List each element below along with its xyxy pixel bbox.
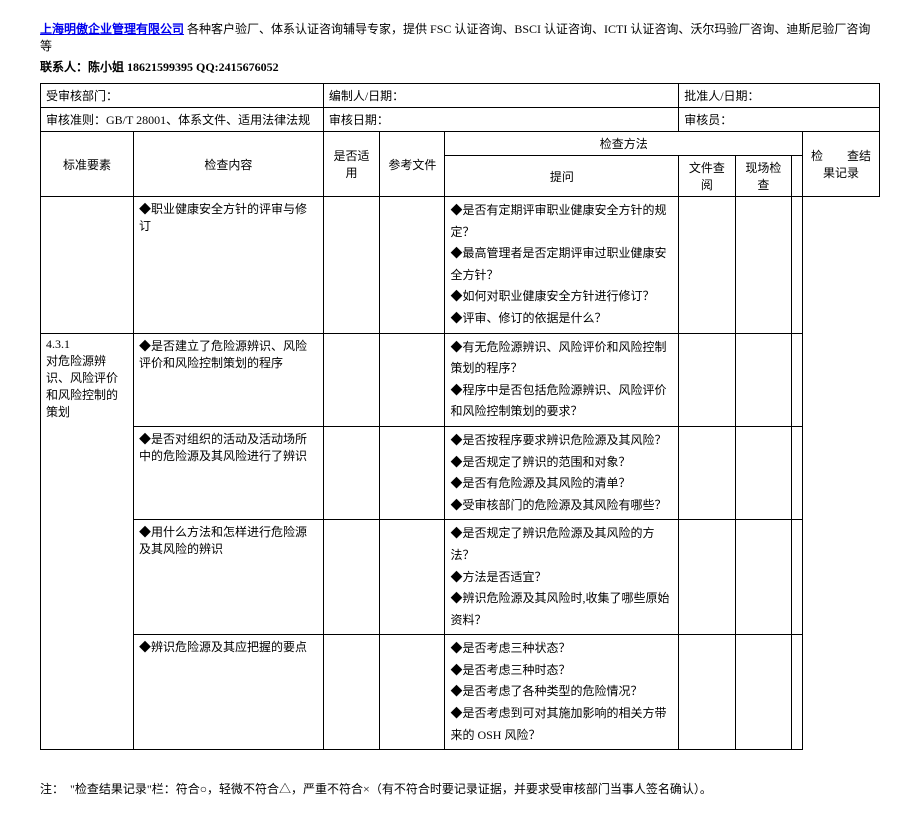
element-cell: 4.3.1 对危险源辨识、风险评价和风险控制的策划	[41, 333, 134, 750]
header-row-1: 标准要素 检查内容 是否适用 参考文件 检查方法 检 查结果记录	[41, 132, 880, 156]
applicable-cell	[323, 520, 379, 635]
question-item: ◆最高管理者是否定期评审过职业健康安全方针？	[450, 243, 673, 286]
result-cell	[792, 426, 803, 519]
question-item: ◆是否考虑到可对其施加影响的相关方带来的 OSH 风险？	[450, 703, 673, 746]
auditor-cell: 审核员：	[679, 108, 880, 132]
content-cell: ◆是否对组织的活动及活动场所中的危险源及其风险进行了辨识	[134, 426, 324, 519]
doc-cell	[679, 520, 735, 635]
doc-cell	[679, 197, 735, 334]
question-cell: ◆是否按程序要求辨识危险源及其风险？◆是否规定了辨识的范围和对象？◆是否有危险源…	[445, 426, 679, 519]
question-item: ◆如何对职业健康安全方针进行修订？	[450, 286, 673, 308]
h-result: 检 查结果记录	[803, 132, 880, 197]
applicable-cell	[323, 635, 379, 750]
question-item: ◆是否规定了辨识的范围和对象？	[450, 452, 673, 474]
h-applicable: 是否适用	[323, 132, 379, 197]
reference-cell	[380, 197, 445, 334]
reference-cell	[380, 635, 445, 750]
doc-cell	[679, 426, 735, 519]
h-reference: 参考文件	[380, 132, 445, 197]
site-cell	[735, 635, 791, 750]
content-cell: ◆职业健康安全方针的评审与修订	[134, 197, 324, 334]
question-item: ◆是否考虑了各种类型的危险情况？	[450, 681, 673, 703]
contact-line: 联系人：陈小姐 18621599395 QQ:2415676052	[40, 58, 880, 75]
table-row: ◆是否对组织的活动及活动场所中的危险源及其风险进行了辨识 ◆是否按程序要求辨识危险…	[41, 426, 880, 519]
audit-table: 受审核部门： 编制人/日期： 批准人/日期： 审核准则：GB/T 28001、体…	[40, 83, 880, 750]
result-cell	[792, 520, 803, 635]
h-doc: 文件查阅	[679, 156, 735, 197]
question-item: ◆是否按程序要求辨识危险源及其风险？	[450, 430, 673, 452]
info-row: 受审核部门： 编制人/日期： 批准人/日期：	[41, 84, 880, 108]
criteria-cell: 审核准则：GB/T 28001、体系文件、适用法律法规	[41, 108, 324, 132]
h-element: 标准要素	[41, 132, 134, 197]
content-cell: ◆用什么方法和怎样进行危险源及其风险的辨识	[134, 520, 324, 635]
reference-cell	[380, 520, 445, 635]
applicable-cell	[323, 197, 379, 334]
element-cell	[41, 197, 134, 334]
approver-cell: 批准人/日期：	[679, 84, 880, 108]
h-content: 检查内容	[134, 132, 324, 197]
h-question: 提问	[445, 156, 679, 197]
question-item: ◆是否有危险源及其风险的清单？	[450, 473, 673, 495]
audit-date-cell: 审核日期：	[323, 108, 678, 132]
table-row: ◆辨识危险源及其应把握的要点 ◆是否考虑三种状态？◆是否考虑三种时态？◆是否考虑了…	[41, 635, 880, 750]
question-item: ◆是否考虑三种时态？	[450, 660, 673, 682]
site-cell	[735, 197, 791, 334]
table-row: ◆用什么方法和怎样进行危险源及其风险的辨识 ◆是否规定了辨识危险源及其风险的方法？…	[41, 520, 880, 635]
result-cell	[792, 197, 803, 334]
company-link[interactable]: 上海明傲企业管理有限公司	[40, 22, 184, 36]
question-item: ◆是否有定期评审职业健康安全方针的规定？	[450, 200, 673, 243]
result-cell	[792, 635, 803, 750]
preparer-cell: 编制人/日期：	[323, 84, 678, 108]
table-row: 4.3.1 对危险源辨识、风险评价和风险控制的策划◆是否建立了危险源辨识、风险评…	[41, 333, 880, 426]
criteria-row: 审核准则：GB/T 28001、体系文件、适用法律法规 审核日期： 审核员：	[41, 108, 880, 132]
table-row: ◆职业健康安全方针的评审与修订 ◆是否有定期评审职业健康安全方针的规定？◆最高管理…	[41, 197, 880, 334]
applicable-cell	[323, 426, 379, 519]
question-item: ◆是否考虑三种状态？	[450, 638, 673, 660]
question-item: ◆程序中是否包括危险源辨识、风险评价和风险控制策划的要求？	[450, 380, 673, 423]
site-cell	[735, 520, 791, 635]
header-line-1: 上海明傲企业管理有限公司 各种客户验厂、体系认证咨询辅导专家，提供 FSC 认证…	[40, 20, 880, 54]
applicable-cell	[323, 333, 379, 426]
question-item: ◆有无危险源辨识、风险评价和风险控制策划的程序？	[450, 337, 673, 380]
footnote: 注： "检查结果记录"栏：符合○，轻微不符合△，严重不符合×（有不符合时要记录证…	[40, 780, 880, 797]
question-cell: ◆是否考虑三种状态？◆是否考虑三种时态？◆是否考虑了各种类型的危险情况？◆是否考…	[445, 635, 679, 750]
question-item: ◆方法是否适宜？	[450, 567, 673, 589]
content-cell: ◆辨识危险源及其应把握的要点	[134, 635, 324, 750]
h-method: 检查方法	[445, 132, 803, 156]
question-item: ◆受审核部门的危险源及其风险有哪些？	[450, 495, 673, 517]
reference-cell	[380, 333, 445, 426]
question-item: ◆是否规定了辨识危险源及其风险的方法？	[450, 523, 673, 566]
dept-cell: 受审核部门：	[41, 84, 324, 108]
reference-cell	[380, 426, 445, 519]
h-site: 现场检查	[735, 156, 791, 197]
question-cell: ◆是否有定期评审职业健康安全方针的规定？◆最高管理者是否定期评审过职业健康安全方…	[445, 197, 679, 334]
doc-cell	[679, 333, 735, 426]
question-cell: ◆有无危险源辨识、风险评价和风险控制策划的程序？◆程序中是否包括危险源辨识、风险…	[445, 333, 679, 426]
doc-cell	[679, 635, 735, 750]
site-cell	[735, 333, 791, 426]
question-cell: ◆是否规定了辨识危险源及其风险的方法？◆方法是否适宜？◆辨识危险源及其风险时,收…	[445, 520, 679, 635]
site-cell	[735, 426, 791, 519]
question-item: ◆辨识危险源及其风险时,收集了哪些原始资料？	[450, 588, 673, 631]
content-cell: ◆是否建立了危险源辨识、风险评价和风险控制策划的程序	[134, 333, 324, 426]
result-cell	[792, 333, 803, 426]
question-item: ◆评审、修订的依据是什么？	[450, 308, 673, 330]
